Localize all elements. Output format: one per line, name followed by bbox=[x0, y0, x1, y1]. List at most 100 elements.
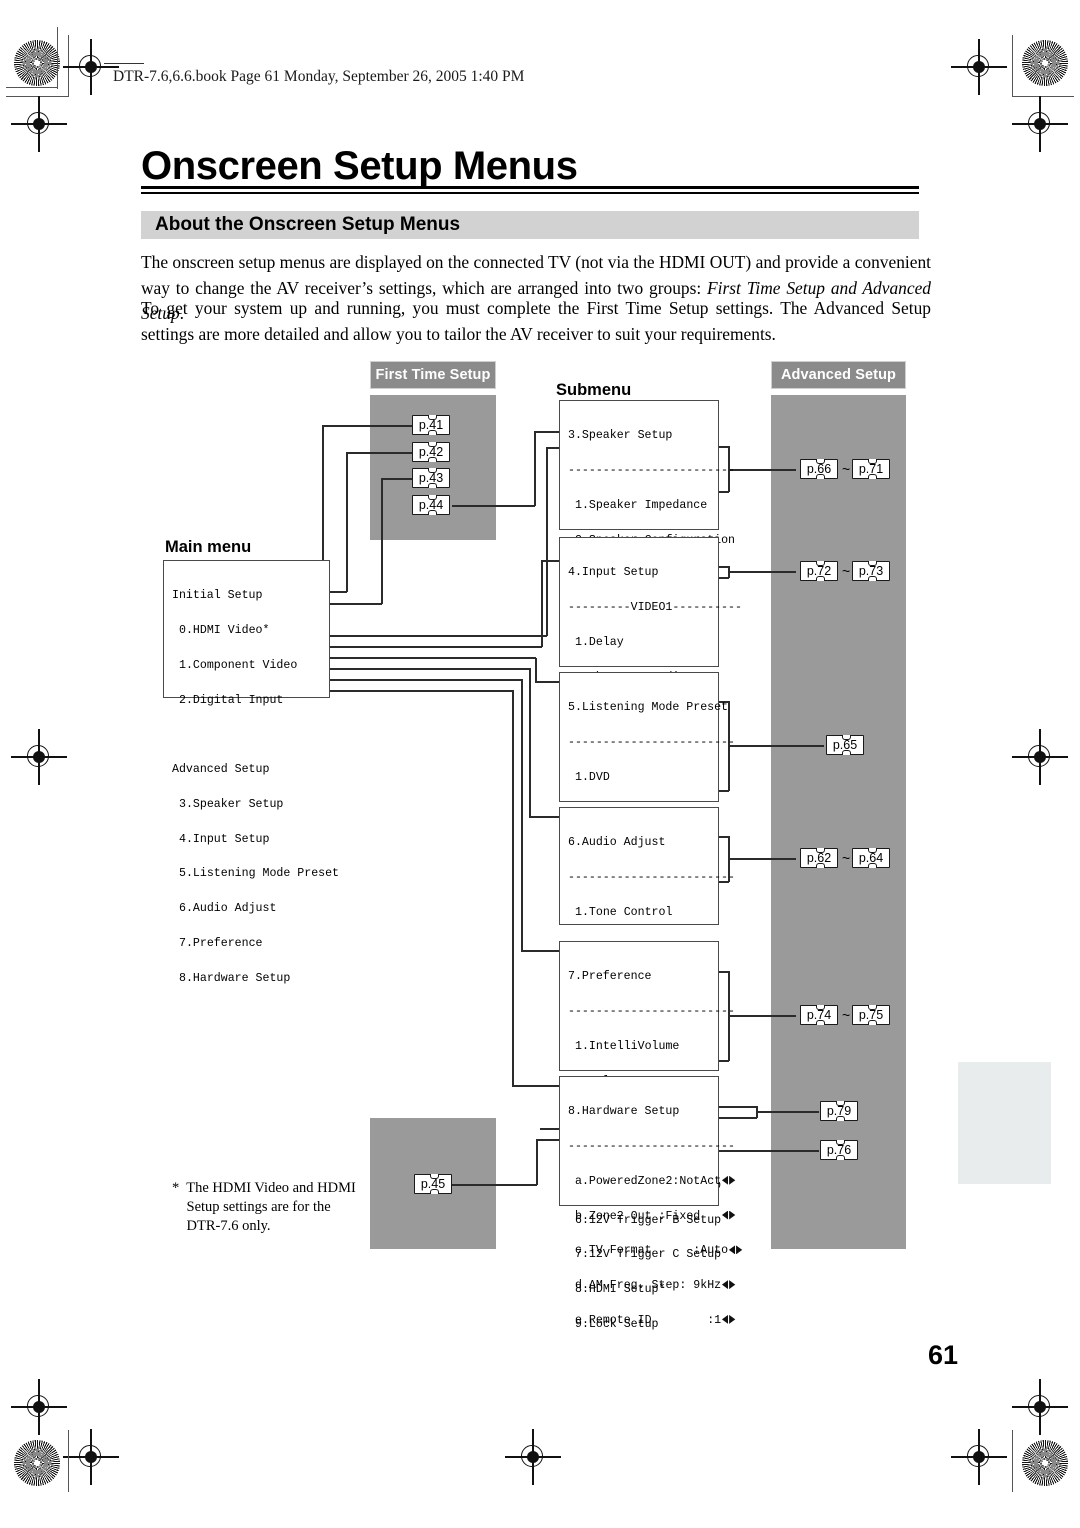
first-time-setup-header-label: First Time Setup bbox=[375, 367, 491, 383]
title-rule-thin bbox=[141, 192, 919, 194]
page-ref-p62[interactable]: p.62 bbox=[800, 848, 838, 868]
advanced-setup-header: Advanced Setup bbox=[771, 361, 906, 389]
submenu-hardware-item-am-freq-step[interactable]: d.AM Freq. Step: 9kHz bbox=[568, 1280, 721, 1292]
registration-starburst-bottomright bbox=[1022, 1440, 1068, 1486]
submenu-box-hardware-setup: 8.Hardware Setup -----------------------… bbox=[559, 1076, 735, 1326]
page-ref-p72[interactable]: p.72 bbox=[800, 561, 838, 581]
main-menu-item-digital-input[interactable]: 2.Digital Input bbox=[172, 694, 329, 707]
submenu-hardware-item-zone2-out[interactable]: b.Zone2 Out :Fixed bbox=[568, 1210, 718, 1223]
submenu-box-listening-mode-preset: 5.Listening Mode Preset ----------------… bbox=[559, 672, 735, 1061]
connector-poweredzone-h bbox=[713, 1106, 757, 1108]
connector-listening-mode-h bbox=[313, 657, 536, 659]
left-right-arrows-icon[interactable] bbox=[721, 1315, 736, 1324]
page-ref-p65[interactable]: p.65 bbox=[826, 735, 864, 755]
submenu-hardware-item-powered-zone2[interactable]: a.PoweredZone2:NotAct bbox=[568, 1174, 722, 1188]
registration-mark-bottom-right bbox=[951, 1429, 1007, 1485]
submenu-audio-item-tone-control[interactable]: 1.Tone Control bbox=[568, 907, 718, 919]
page-ref-p73[interactable]: p.73 bbox=[852, 561, 890, 581]
submenu-hardware-item-tv-format[interactable]: c.TV Format :Auto bbox=[568, 1245, 728, 1257]
connector-p44-h1 bbox=[452, 505, 535, 507]
page-ref-p74[interactable]: p.74 bbox=[800, 1005, 838, 1025]
page-title: Onscreen Setup Menus bbox=[141, 144, 578, 188]
submenu-hardware-item-remote-id-label: e.Remote ID :1 bbox=[575, 1313, 722, 1327]
connector-hdmi-video-h2 bbox=[322, 425, 412, 427]
trim-mark-top-right-v bbox=[1012, 35, 1014, 97]
left-right-arrows-icon[interactable] bbox=[721, 1176, 736, 1185]
connector-listening-mode-v bbox=[535, 658, 537, 682]
page-ref-p76[interactable]: p.76 bbox=[820, 1140, 858, 1160]
main-menu-group1-title: Initial Setup bbox=[172, 589, 263, 603]
main-menu-item-input-setup[interactable]: 4.Input Setup bbox=[172, 834, 329, 846]
main-menu-item-audio-adjust[interactable]: 6.Audio Adjust bbox=[172, 903, 329, 915]
page-ref-p75[interactable]: p.75 bbox=[852, 1005, 890, 1025]
submenu-box-preference: 7.Preference ------------------------ 1.… bbox=[559, 941, 735, 1330]
left-right-arrows-icon[interactable] bbox=[721, 1211, 736, 1220]
first-time-setup-header: First Time Setup bbox=[370, 361, 496, 389]
connector-p45-h1 bbox=[452, 1184, 537, 1186]
submenu-input-item-delay[interactable]: 1.Delay bbox=[568, 637, 718, 649]
main-menu-box: Initial Setup 0.HDMI Video* 1.Component … bbox=[163, 560, 339, 984]
registration-starburst-topleft bbox=[14, 40, 60, 86]
page-ref-p42[interactable]: p.42 bbox=[412, 442, 450, 462]
connector-speaker-setup-h2 bbox=[546, 447, 560, 449]
page-ref-p45[interactable]: p.45 bbox=[414, 1174, 452, 1194]
submenu-listening-divider: ------------------------ bbox=[568, 735, 735, 749]
page-ref-tilde-preference: ~ bbox=[842, 1007, 851, 1023]
connector-listening-to-ref bbox=[728, 745, 824, 747]
connector-preference-to-ref bbox=[728, 1015, 796, 1017]
main-menu-spacer bbox=[172, 729, 329, 741]
registration-mark-top-right bbox=[951, 39, 1007, 95]
connector-preference-v bbox=[521, 679, 523, 951]
submenu-audio-divider: ------------------------ bbox=[568, 870, 735, 884]
registration-starburst-bottomleft bbox=[14, 1440, 60, 1486]
page-ref-p66[interactable]: p.66 bbox=[800, 459, 838, 479]
submenu-speaker-setup-divider: ------------------------ bbox=[568, 463, 735, 477]
intro-paragraph-2: To get your system up and running, you m… bbox=[141, 298, 931, 344]
registration-mark-right-lower bbox=[1012, 1379, 1068, 1435]
connector-digital-input-v bbox=[381, 478, 383, 604]
submenu-preference-title: 7.Preference bbox=[568, 970, 652, 984]
connector-input-setup-h2 bbox=[541, 560, 560, 562]
main-menu-item-speaker-setup[interactable]: 3.Speaker Setup bbox=[172, 799, 329, 811]
submenu-listening-title: 5.Listening Mode Preset bbox=[568, 701, 729, 715]
connector-component-video-h2 bbox=[346, 452, 412, 454]
left-right-arrows-icon[interactable] bbox=[728, 1245, 743, 1254]
trim-mark-top-left-h bbox=[6, 96, 68, 98]
page-ref-p44[interactable]: p.44 bbox=[412, 495, 450, 515]
submenu-audio-title: 6.Audio Adjust bbox=[568, 836, 666, 850]
page-ref-p64[interactable]: p.64 bbox=[852, 848, 890, 868]
connector-p45-v bbox=[536, 1139, 538, 1185]
main-menu-item-hdmi-video[interactable]: 0.HDMI Video* bbox=[172, 625, 329, 637]
main-menu-item-component-video[interactable]: 1.Component Video bbox=[172, 660, 329, 672]
page-ref-tilde-speaker: ~ bbox=[842, 461, 851, 477]
submenu-hardware-item-powered-zone2-label: a.PoweredZone2:NotAct bbox=[575, 1174, 722, 1188]
page-number: 61 bbox=[928, 1340, 959, 1370]
connector-zone2-h bbox=[713, 1117, 757, 1119]
page-ref-p43[interactable]: p.43 bbox=[412, 468, 450, 488]
submenu-listening-item-dvd[interactable]: 1.DVD bbox=[568, 772, 718, 784]
main-menu-group2-title: Advanced Setup bbox=[172, 763, 270, 777]
registration-mark-bottom-left bbox=[63, 1429, 119, 1485]
footnote-hdmi: * The HDMI Video and HDMI Setup settings… bbox=[172, 1180, 356, 1234]
trim-mark-bottom-left-v bbox=[68, 1430, 70, 1492]
page-ref-p79[interactable]: p.79 bbox=[820, 1101, 858, 1121]
page-ref-p41[interactable]: p.41 bbox=[412, 415, 450, 435]
submenu-preference-item-intellivolume[interactable]: 1.IntelliVolume bbox=[568, 1041, 718, 1053]
connector-hdmi-video-v bbox=[322, 425, 324, 581]
page-ref-p71[interactable]: p.71 bbox=[852, 459, 890, 479]
submenu-hardware-item-remote-id[interactable]: e.Remote ID :1 bbox=[568, 1313, 722, 1327]
submenu-preference-divider: ------------------------ bbox=[568, 1004, 735, 1018]
submenu-box-audio-adjust: 6.Audio Adjust ------------------------ … bbox=[559, 807, 735, 1057]
main-menu-label: Main menu bbox=[165, 538, 252, 556]
submenu-speaker-item-impedance[interactable]: 1.Speaker Impedance bbox=[568, 500, 718, 512]
left-right-arrows-icon[interactable] bbox=[721, 1280, 736, 1289]
section-heading-text: About the Onscreen Setup Menus bbox=[155, 214, 461, 235]
connector-component-video-v bbox=[346, 452, 348, 592]
main-menu-item-listening-mode-preset[interactable]: 5.Listening Mode Preset bbox=[172, 868, 339, 880]
connector-p44-h2 bbox=[534, 431, 559, 433]
main-menu-item-preference[interactable]: 7.Preference bbox=[172, 938, 329, 950]
page-ref-tilde-audio: ~ bbox=[842, 850, 851, 866]
main-menu-item-hardware-setup[interactable]: 8.Hardware Setup bbox=[172, 973, 329, 985]
submenu-box-input-setup: 4.Input Setup ---------VIDEO1---------- … bbox=[559, 537, 742, 683]
title-rule-thick bbox=[141, 186, 919, 190]
